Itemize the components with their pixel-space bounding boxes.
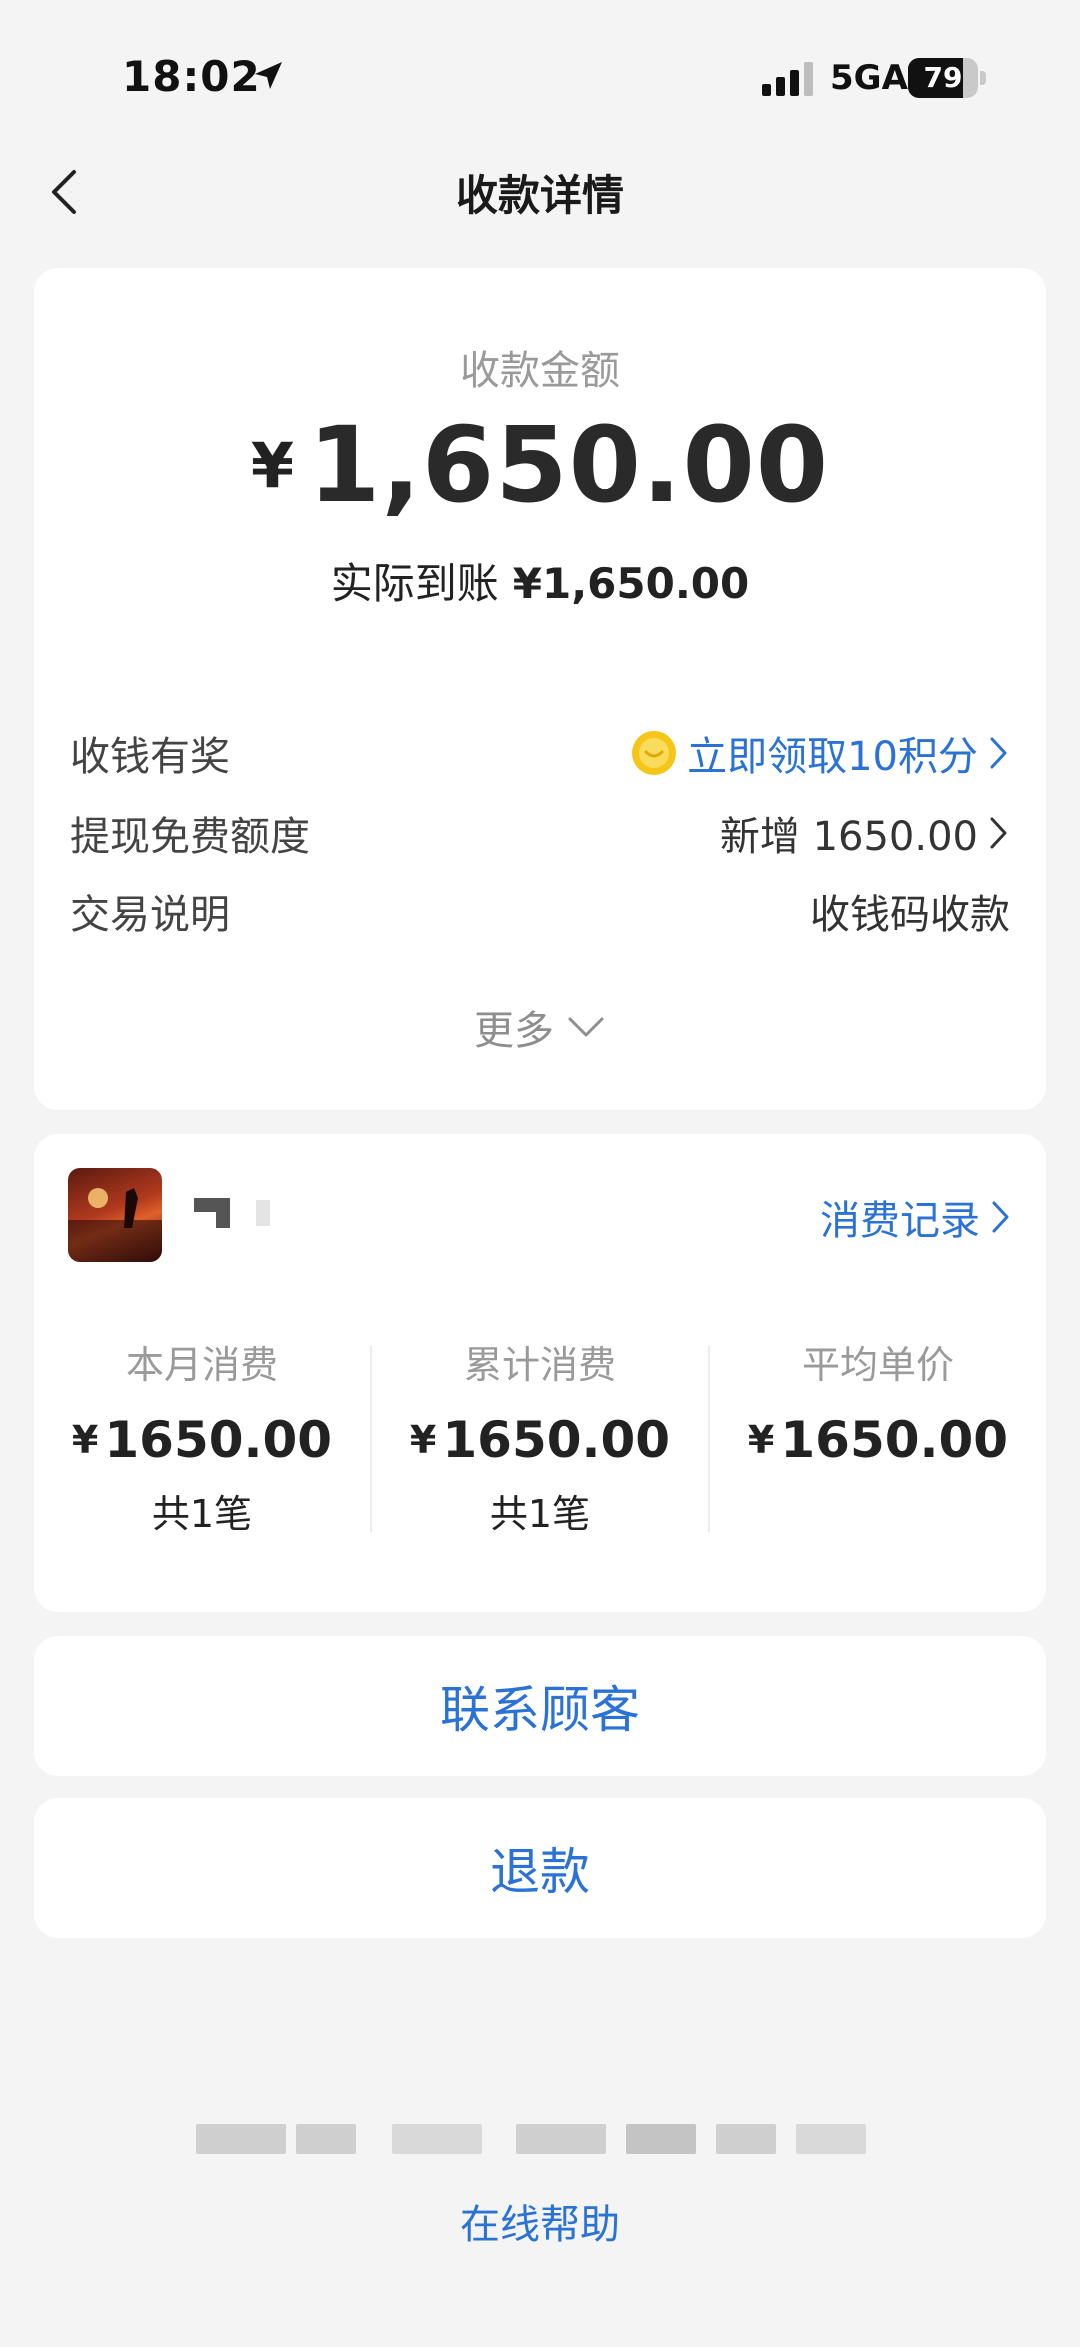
- status-bar: 18:02 5GA 79: [0, 0, 1080, 150]
- stat-label: 本月消费: [125, 1343, 278, 1387]
- screen: 18:02 5GA 79 收款详情 收款金额 ¥1,650.00 实际到账 ¥1…: [0, 0, 1080, 2347]
- more-label: 更多: [474, 1008, 554, 1054]
- stat-value: ¥1650.00: [71, 1411, 333, 1469]
- coin-icon: [632, 731, 677, 775]
- consumption-records-link[interactable]: 消费记录: [820, 1188, 1012, 1246]
- customer-card: 消费记录 本月消费 ¥1650.00 共1笔 累计消费 ¥1650.00 共1笔…: [34, 1134, 1046, 1612]
- amount-card: 收款金额 ¥1,650.00 实际到账 ¥1,650.00 收钱有奖 立即领取10…: [34, 268, 1046, 1110]
- stat-count: 共1笔: [151, 1492, 253, 1536]
- refund-button[interactable]: 退款: [34, 1798, 1046, 1938]
- stat-value: ¥1650.00: [409, 1411, 671, 1469]
- chevron-right-icon: [992, 1201, 1009, 1233]
- withdraw-quota-label: 提现免费额度: [70, 814, 310, 860]
- withdraw-quota-row[interactable]: 提现免费额度 新增 1650.00: [70, 804, 1010, 860]
- amount-label: 收款金额: [460, 348, 620, 394]
- reward-row[interactable]: 收钱有奖 立即领取10积分: [70, 724, 1010, 780]
- nav-bar: 收款详情: [0, 150, 1080, 234]
- page-title: 收款详情: [455, 171, 624, 220]
- avatar-image: [68, 1188, 162, 1262]
- more-toggle[interactable]: 更多: [34, 998, 1046, 1056]
- transaction-note-row: 交易说明 收钱码收款: [70, 882, 1010, 938]
- battery-percent: 79: [923, 61, 963, 94]
- stat-month: 本月消费 ¥1650.00 共1笔: [34, 1334, 370, 1538]
- amount-row: ¥1,650.00: [34, 404, 1046, 526]
- chevron-down-icon: [568, 1017, 604, 1037]
- currency-symbol: ¥: [250, 429, 294, 502]
- consumption-stats: 本月消费 ¥1650.00 共1笔 累计消费 ¥1650.00 共1笔 平均单价…: [34, 1334, 1046, 1564]
- stat-value: ¥1650.00: [747, 1411, 1009, 1469]
- withdraw-quota-link[interactable]: 新增 1650.00: [720, 804, 1010, 862]
- stat-label: 平均单价: [801, 1343, 954, 1387]
- withdraw-quota-value: 新增 1650.00: [719, 814, 978, 860]
- customer-avatar[interactable]: [68, 1168, 162, 1262]
- actual-label: 实际到账: [330, 559, 499, 608]
- actual-received: 实际到账 ¥1,650.00: [34, 550, 1046, 611]
- reward-label: 收钱有奖: [70, 734, 230, 780]
- actual-amount: ¥1,650.00: [512, 559, 750, 608]
- stat-count: 共1笔: [489, 1492, 591, 1536]
- signal-icon: [762, 62, 813, 96]
- stat-label: 累计消费: [463, 1343, 616, 1387]
- footer-text-redacted: [196, 2120, 876, 2160]
- location-arrow-icon: [255, 62, 282, 89]
- transaction-note-label: 交易说明: [70, 892, 230, 938]
- stat-total: 累计消费 ¥1650.00 共1笔: [372, 1334, 708, 1538]
- chevron-right-icon: [990, 817, 1007, 849]
- amount-value: 1,650.00: [307, 404, 830, 526]
- battery-icon: 79: [908, 58, 986, 98]
- stat-average: 平均单价 ¥1650.00: [710, 1334, 1046, 1469]
- contact-customer-button[interactable]: 联系顾客: [34, 1636, 1046, 1776]
- reward-link[interactable]: 立即领取10积分: [631, 724, 1010, 782]
- status-time: 18:02: [122, 52, 261, 101]
- online-help-link[interactable]: 在线帮助: [0, 2192, 1080, 2250]
- chevron-right-icon: [990, 737, 1007, 769]
- customer-name-redacted: [194, 1194, 274, 1230]
- reward-value: 立即领取10积分: [687, 734, 978, 780]
- network-type: 5GA: [830, 58, 908, 98]
- records-label: 消费记录: [820, 1198, 980, 1244]
- transaction-note-value: 收钱码收款: [810, 892, 1010, 938]
